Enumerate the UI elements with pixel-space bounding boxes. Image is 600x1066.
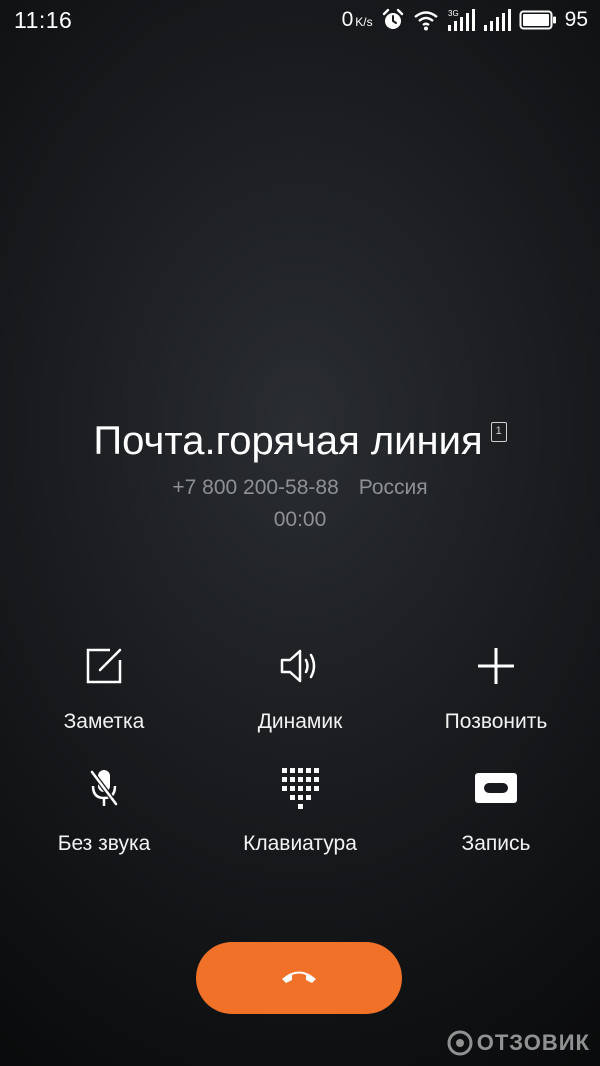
signal-3g-icon: 3G xyxy=(447,8,475,32)
call-duration: 00:00 xyxy=(273,508,327,531)
add-call-button[interactable]: Позвонить xyxy=(398,640,594,734)
mute-label: Без звука xyxy=(57,832,151,855)
add-call-label: Позвонить xyxy=(444,710,548,733)
keypad-button[interactable]: Клавиатура xyxy=(202,762,398,856)
battery-icon xyxy=(519,9,557,31)
network-speed-unit: K/s xyxy=(355,15,373,29)
caller-info: Почта.горячая линия 1 +7 800 200-58-88 Р… xyxy=(0,412,600,532)
caller-name-row: Почта.горячая линия 1 xyxy=(93,412,507,470)
sim-slot-badge: 1 xyxy=(490,422,507,442)
wifi-icon xyxy=(413,9,439,31)
speaker-icon xyxy=(276,640,324,692)
speaker-button[interactable]: Динамик xyxy=(202,640,398,734)
speaker-label: Динамик xyxy=(257,710,343,733)
signal-icon xyxy=(483,8,511,32)
battery-level: 95 xyxy=(564,8,588,31)
call-actions: Заметка Динамик Позвонить Без звука Клав… xyxy=(0,640,600,856)
network-speed: 0 K/s xyxy=(342,8,373,32)
note-label: Заметка xyxy=(63,710,145,733)
watermark: ОТЗОВИК xyxy=(447,1030,590,1056)
alarm-icon xyxy=(381,8,405,32)
status-icons: 0 K/s 3G 95 xyxy=(342,8,588,32)
network-type-label: 3G xyxy=(448,9,459,18)
keypad-icon xyxy=(276,762,324,814)
status-bar: 11:16 0 K/s 3G 95 xyxy=(0,0,600,40)
note-icon xyxy=(80,640,128,692)
caller-details: +7 800 200-58-88 Россия xyxy=(0,476,600,500)
watermark-text: ОТЗОВИК xyxy=(476,1030,590,1055)
mute-icon xyxy=(80,762,128,814)
record-icon xyxy=(472,762,520,814)
add-call-icon xyxy=(472,640,520,692)
end-call-button[interactable] xyxy=(196,942,402,1014)
end-call-icon xyxy=(279,966,319,991)
note-button[interactable]: Заметка xyxy=(6,640,202,734)
record-label: Запись xyxy=(461,832,531,855)
watermark-logo-icon xyxy=(447,1030,473,1056)
caller-region: Россия xyxy=(358,476,428,499)
record-button[interactable]: Запись xyxy=(398,762,594,856)
caller-number: +7 800 200-58-88 xyxy=(172,476,339,499)
keypad-label: Клавиатура xyxy=(243,832,357,855)
status-time: 11:16 xyxy=(14,6,73,33)
mute-button[interactable]: Без звука xyxy=(6,762,202,856)
network-speed-value: 0 xyxy=(341,8,354,31)
caller-name: Почта.горячая линия xyxy=(93,419,483,463)
